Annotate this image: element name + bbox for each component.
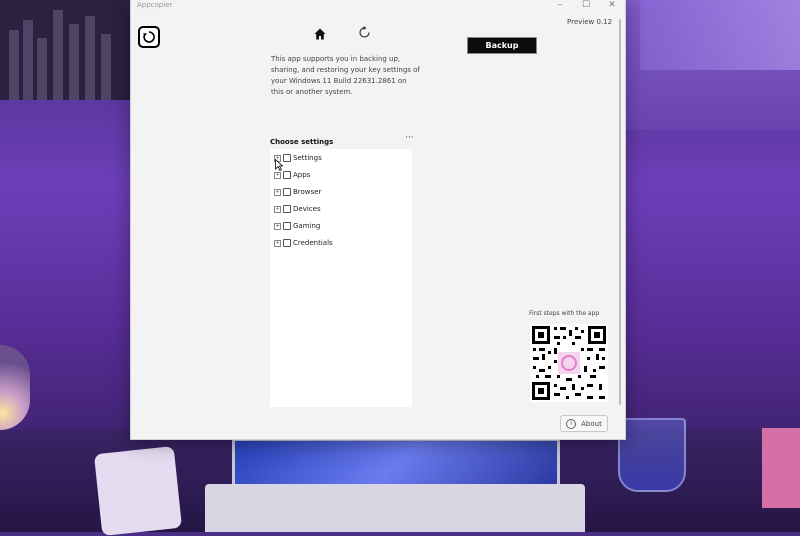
checkbox[interactable] bbox=[283, 222, 291, 230]
expand-icon[interactable]: + bbox=[274, 205, 281, 213]
tree-item-label: Apps bbox=[293, 171, 311, 179]
tree-item-browser[interactable]: + Browser bbox=[274, 186, 321, 198]
tree-item-credentials[interactable]: + Credentials bbox=[274, 237, 333, 249]
tree-item-label: Credentials bbox=[293, 239, 333, 247]
checkbox[interactable] bbox=[283, 188, 291, 196]
tree-item-label: Gaming bbox=[293, 222, 321, 230]
home-icon[interactable] bbox=[313, 26, 327, 40]
background-phone bbox=[93, 446, 183, 536]
checkbox[interactable] bbox=[283, 239, 291, 247]
minimize-button[interactable]: – bbox=[547, 0, 573, 13]
expand-icon[interactable]: + bbox=[274, 222, 281, 230]
settings-tree: + Settings + Apps + Browser + Devices + … bbox=[270, 149, 412, 407]
app-logo-icon bbox=[138, 26, 160, 48]
maximize-button[interactable]: ☐ bbox=[573, 0, 599, 13]
tree-item-devices[interactable]: + Devices bbox=[274, 203, 321, 215]
checkbox[interactable] bbox=[283, 171, 291, 179]
checkbox[interactable] bbox=[283, 205, 291, 213]
expand-icon[interactable]: + bbox=[274, 188, 281, 196]
mouse-cursor-icon bbox=[275, 159, 283, 171]
expand-icon[interactable]: + bbox=[274, 239, 281, 247]
background-glass bbox=[618, 418, 686, 492]
backup-button[interactable]: Backup bbox=[467, 37, 537, 54]
window-title: Appcopier bbox=[137, 1, 173, 9]
choose-settings-heading: Choose settings bbox=[270, 138, 334, 146]
background-bookshelf bbox=[0, 0, 135, 100]
more-options-button[interactable]: ··· bbox=[405, 133, 414, 143]
background-laptop-screen bbox=[232, 438, 560, 487]
close-button[interactable]: ✕ bbox=[599, 0, 625, 13]
about-button[interactable]: i About bbox=[560, 415, 608, 432]
about-label: About bbox=[581, 419, 602, 428]
checkbox[interactable] bbox=[283, 154, 291, 162]
tree-item-label: Settings bbox=[293, 154, 322, 162]
title-bar[interactable]: Appcopier – ☐ ✕ bbox=[131, 0, 625, 15]
tree-item-gaming[interactable]: + Gaming bbox=[274, 220, 320, 232]
background-laptop-keyboard bbox=[205, 484, 585, 532]
background-lamp bbox=[0, 345, 30, 430]
qr-caption: First steps with the app bbox=[529, 310, 600, 317]
tree-item-label: Devices bbox=[293, 205, 321, 213]
tree-item-label: Browser bbox=[293, 188, 322, 196]
expand-icon[interactable]: + bbox=[274, 171, 281, 179]
app-window: Appcopier – ☐ ✕ Preview 0.12 Backup This… bbox=[130, 0, 626, 440]
background-window-light bbox=[640, 0, 800, 70]
scrollbar[interactable] bbox=[619, 19, 621, 405]
refresh-icon[interactable] bbox=[357, 25, 372, 40]
background-cup bbox=[762, 428, 800, 508]
qr-code[interactable] bbox=[530, 324, 608, 402]
preview-version-label: Preview 0.12 bbox=[567, 18, 613, 26]
info-icon: i bbox=[566, 418, 577, 429]
app-description: This app supports you in backing up, sha… bbox=[271, 55, 420, 96]
